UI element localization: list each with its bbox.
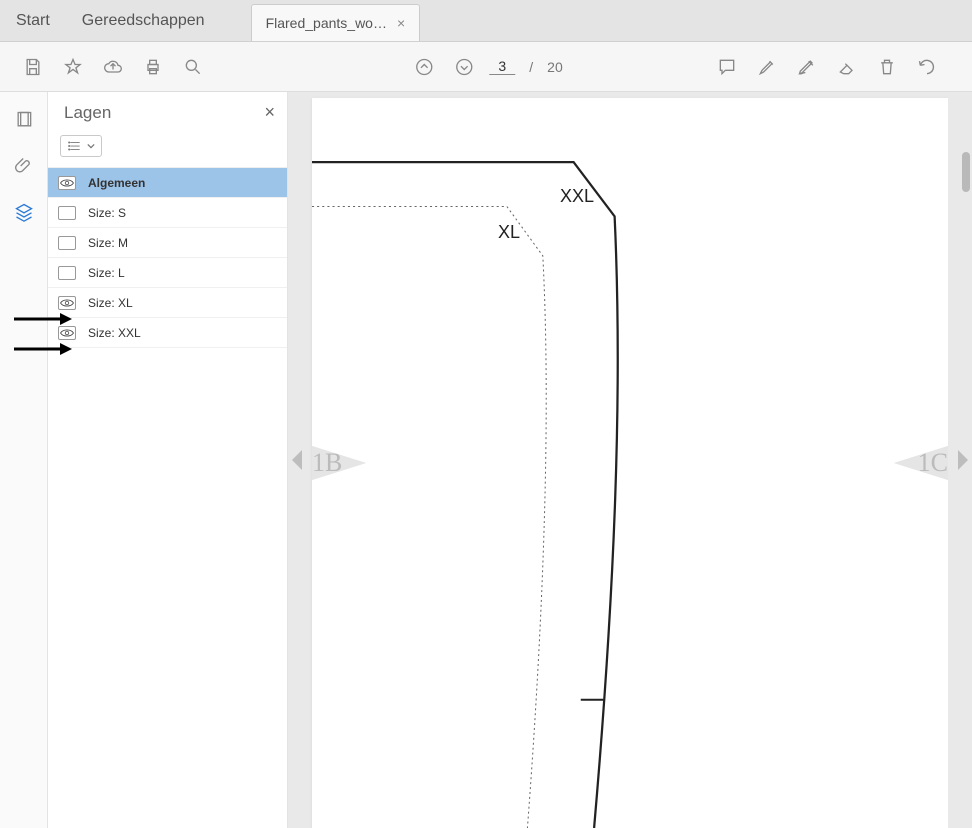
- document-tab-title: Flared_pants_wo…: [266, 15, 387, 31]
- collapse-sidebar-arrow[interactable]: [292, 450, 302, 470]
- undo-icon[interactable]: [912, 52, 942, 82]
- close-panel-icon[interactable]: ×: [264, 102, 275, 123]
- save-icon[interactable]: [18, 52, 48, 82]
- chevron-down-icon: [87, 142, 95, 150]
- draw-icon[interactable]: [792, 52, 822, 82]
- scrollbar-thumb[interactable]: [962, 152, 970, 192]
- layers-icon[interactable]: [10, 198, 38, 226]
- layer-row[interactable]: Size: M: [48, 228, 287, 258]
- layer-row[interactable]: Algemeen: [48, 168, 287, 198]
- search-icon[interactable]: [178, 52, 208, 82]
- gutter-left: [288, 92, 312, 828]
- layer-label: Size: XXL: [88, 326, 141, 340]
- cloud-upload-icon[interactable]: [98, 52, 128, 82]
- close-tab-icon[interactable]: ×: [397, 15, 405, 31]
- layer-visibility-toggle[interactable]: [58, 266, 76, 280]
- page-total: 20: [547, 59, 563, 75]
- tab-bar: Start Gereedschappen Flared_pants_wo… ×: [0, 0, 972, 42]
- page-number-input[interactable]: [489, 58, 515, 75]
- comment-icon[interactable]: [712, 52, 742, 82]
- layers-panel-title: Lagen: [64, 103, 111, 123]
- document-viewport[interactable]: XXL XL 1B 1C: [288, 92, 972, 828]
- layers-options-button[interactable]: [60, 135, 102, 157]
- tab-tools[interactable]: Gereedschappen: [66, 0, 221, 41]
- layer-label: Size: S: [88, 206, 126, 220]
- layer-visibility-toggle[interactable]: [58, 236, 76, 250]
- page-down-icon[interactable]: [449, 52, 479, 82]
- gutter-right: [948, 92, 972, 828]
- trash-icon[interactable]: [872, 52, 902, 82]
- layer-visibility-toggle[interactable]: [58, 326, 76, 340]
- document-tab[interactable]: Flared_pants_wo… ×: [251, 4, 421, 41]
- layer-list: Algemeen Size: S Size: M Size: L Size: XL Siz…: [48, 167, 287, 348]
- layer-row[interactable]: Size: S: [48, 198, 287, 228]
- layer-label: Algemeen: [88, 176, 145, 190]
- layer-row[interactable]: Size: XXL: [48, 318, 287, 348]
- layer-visibility-toggle[interactable]: [58, 176, 76, 190]
- layers-panel: Lagen × Algemeen Size: S Size: M Size: L Siz…: [48, 92, 288, 828]
- main-area: Lagen × Algemeen Size: S Size: M Size: L Siz…: [0, 92, 972, 828]
- layer-row[interactable]: Size: L: [48, 258, 287, 288]
- layer-visibility-toggle[interactable]: [58, 296, 76, 310]
- print-icon[interactable]: [138, 52, 168, 82]
- erase-icon[interactable]: [832, 52, 862, 82]
- layer-label: Size: L: [88, 266, 125, 280]
- thumbnails-icon[interactable]: [10, 106, 38, 134]
- layer-label: Size: XL: [88, 296, 133, 310]
- page-separator: /: [529, 59, 533, 75]
- layer-visibility-toggle[interactable]: [58, 206, 76, 220]
- layer-label: Size: M: [88, 236, 128, 250]
- expand-right-arrow[interactable]: [958, 450, 968, 470]
- star-icon[interactable]: [58, 52, 88, 82]
- highlight-icon[interactable]: [752, 52, 782, 82]
- pattern-label-xxl: XXL: [560, 186, 594, 207]
- toolbar: / 20: [0, 42, 972, 92]
- page-up-icon[interactable]: [409, 52, 439, 82]
- layer-row[interactable]: Size: XL: [48, 288, 287, 318]
- pattern-label-xl: XL: [498, 222, 520, 243]
- tab-start[interactable]: Start: [0, 0, 66, 41]
- document-page: XXL XL 1B 1C: [312, 98, 948, 828]
- attachments-icon[interactable]: [10, 152, 38, 180]
- left-rail: [0, 92, 48, 828]
